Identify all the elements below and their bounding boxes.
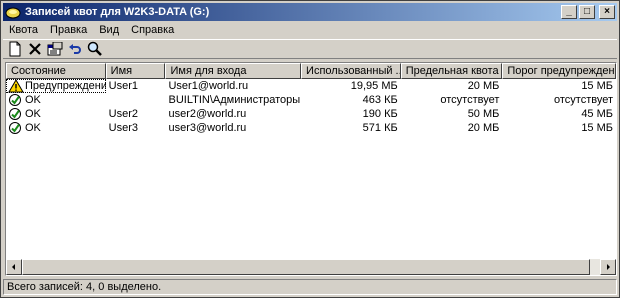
maximize-button[interactable]: □: [579, 5, 595, 19]
window-title: Записей квот для W2K3-DATA (G:): [25, 6, 210, 18]
warning-threshold: 45 МБ: [581, 108, 613, 120]
status-text: OK: [25, 122, 41, 134]
undo-icon[interactable]: [65, 40, 85, 58]
used-space: 571 КБ: [362, 122, 398, 134]
menu-edit[interactable]: Правка: [44, 22, 93, 39]
ok-icon: [8, 93, 24, 107]
menu-help[interactable]: Справка: [125, 22, 180, 39]
warning-threshold: 15 МБ: [581, 80, 613, 92]
new-entry-icon[interactable]: [5, 40, 25, 58]
quota-entries-window: Записей квот для W2K3-DATA (G:) _ □ × Кв…: [0, 0, 620, 298]
column-used[interactable]: Использованный ...: [301, 63, 401, 79]
close-button[interactable]: ×: [599, 5, 615, 19]
warning-threshold: 15 МБ: [581, 122, 613, 134]
scroll-thumb[interactable]: [22, 259, 590, 275]
scroll-left-button[interactable]: [6, 259, 22, 275]
ok-icon: [8, 107, 24, 121]
column-status[interactable]: Состояние: [6, 63, 106, 79]
table-row[interactable]: OK User2 user2@world.ru 190 КБ 50 МБ 45 …: [6, 107, 616, 121]
column-name[interactable]: Имя: [105, 63, 166, 79]
delete-icon[interactable]: [25, 40, 45, 58]
quota-limit: 20 МБ: [467, 80, 500, 92]
user-name: [106, 93, 166, 107]
menu-bar: Квота Правка Вид Справка: [3, 22, 617, 39]
login-name: user2@world.ru: [168, 108, 247, 120]
menu-view[interactable]: Вид: [93, 22, 125, 39]
horizontal-scrollbar[interactable]: [6, 259, 616, 275]
quota-entries-list[interactable]: Состояние Имя Имя для входа Использованн…: [5, 62, 617, 276]
list-header: Состояние Имя Имя для входа Использованн…: [6, 63, 616, 79]
status-text: OK: [25, 108, 41, 120]
login-name: user3@world.ru: [168, 122, 247, 134]
used-space: 190 КБ: [362, 108, 398, 120]
menu-quota[interactable]: Квота: [3, 22, 44, 39]
status-text: OK: [25, 94, 41, 106]
title-bar[interactable]: Записей квот для W2K3-DATA (G:) _ □ ×: [3, 3, 617, 21]
warning-threshold: отсутствует: [553, 94, 613, 106]
properties-icon[interactable]: [45, 40, 65, 58]
scroll-track[interactable]: [22, 259, 600, 275]
scroll-right-button[interactable]: [600, 259, 616, 275]
user-name: User1: [108, 80, 139, 92]
used-space: 19,95 МБ: [350, 80, 398, 92]
table-row[interactable]: Предупреждение User1 User1@world.ru 19,9…: [6, 79, 616, 93]
find-icon[interactable]: [85, 40, 105, 58]
quota-limit: 20 МБ: [467, 122, 500, 134]
table-row[interactable]: OK User3 user3@world.ru 571 КБ 20 МБ 15 …: [6, 121, 616, 135]
login-name: User1@world.ru: [168, 80, 249, 92]
user-name: User2: [108, 108, 139, 120]
quota-limit: отсутствует: [440, 94, 500, 106]
login-name: BUILTIN\Администраторы: [168, 94, 301, 106]
table-row[interactable]: OK BUILTIN\Администраторы 463 КБ отсутст…: [6, 93, 616, 107]
ok-icon: [8, 121, 24, 135]
column-limit[interactable]: Предельная квота: [400, 63, 503, 79]
status-bar: Всего записей: 4, 0 выделено.: [3, 279, 617, 295]
warning-icon: [8, 79, 24, 93]
user-name: User3: [108, 122, 139, 134]
quota-limit: 50 МБ: [467, 108, 500, 120]
column-threshold[interactable]: Порог предупреждений: [502, 63, 616, 79]
toolbar: [3, 39, 617, 59]
column-login[interactable]: Имя для входа: [165, 63, 302, 79]
quota-app-icon: [5, 5, 21, 19]
status-text: Предупреждение: [25, 80, 106, 92]
used-space: 463 КБ: [362, 94, 398, 106]
minimize-button[interactable]: _: [561, 5, 577, 19]
